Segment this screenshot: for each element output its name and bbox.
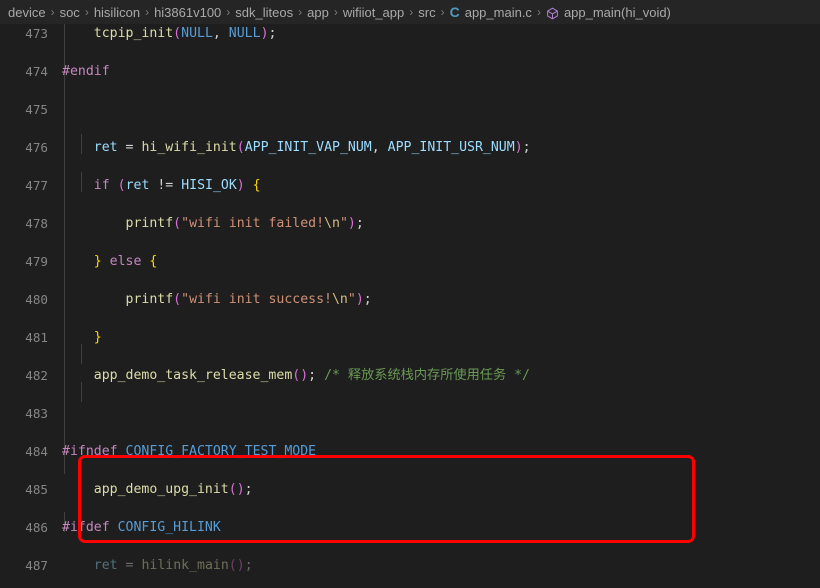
line-content[interactable]: #ifndef CONFIG_FACTORY_TEST_MODE [62,442,316,461]
breadcrumb-separator-icon: › [409,5,414,19]
code-line: 481 } [0,328,820,347]
breadcrumb-label: wifiiot_app [342,4,405,20]
code-editor[interactable]: 473 tcpip_init(NULL, NULL); 474 #endif 47… [0,24,820,588]
breadcrumb-item-app_main-symbol[interactable]: app_main(hi_void) [546,5,671,20]
line-number: 477 [25,178,48,193]
breadcrumb-separator-icon: › [145,5,150,19]
line-content[interactable]: tcpip_init(NULL, NULL); [62,24,277,43]
code-line: 487 ret = hilink_main(); [0,556,820,575]
line-number: 479 [25,254,48,269]
line-content[interactable]: app_demo_task_release_mem(); /* 释放系统栈内存所… [62,366,530,385]
breadcrumb-label: device [8,4,46,20]
breadcrumb-label: app [307,4,329,20]
line-number: 473 [25,26,48,41]
line-number: 487 [25,558,48,573]
breadcrumb-item-sdk_liteos[interactable]: sdk_liteos [235,5,293,20]
code-line: 479 } else { [0,252,820,271]
breadcrumb-label: app_main.c [464,4,532,20]
code-line: 480 printf("wifi init success!\n"); [0,290,820,309]
breadcrumb-item-wifiiot_app[interactable]: wifiiot_app [343,5,404,20]
code-line: 482 app_demo_task_release_mem(); /* 释放系统… [0,366,820,385]
code-line: 484 #ifndef CONFIG_FACTORY_TEST_MODE [0,442,820,461]
breadcrumb-item-hisilicon[interactable]: hisilicon [94,5,140,20]
breadcrumb-label: soc [59,4,80,20]
line-number: 474 [25,64,48,79]
line-content[interactable]: } else { [62,252,158,271]
code-line: 485 app_demo_upg_init(); [0,480,820,499]
code-line: 476 ret = hi_wifi_init(APP_INIT_VAP_NUM,… [0,138,820,157]
code-line: 478 printf("wifi init failed!\n"); [0,214,820,233]
line-content[interactable]: printf("wifi init failed!\n"); [62,214,364,233]
breadcrumb-separator-icon: › [333,5,338,19]
code-line: 483 [0,404,820,423]
breadcrumb-separator-icon: › [84,5,89,19]
breadcrumb[interactable]: device › soc › hisilicon › hi3861v100 › … [0,0,820,24]
breadcrumb-separator-icon: › [226,5,231,19]
line-content[interactable]: if (ret != HISI_OK) { [62,176,261,195]
line-content[interactable]: ret = hi_wifi_init(APP_INIT_VAP_NUM, APP… [62,138,531,157]
line-number: 476 [25,140,48,155]
breadcrumb-separator-icon: › [298,5,303,19]
breadcrumb-item-app[interactable]: app [307,5,329,20]
line-number: 483 [25,406,48,421]
breadcrumb-label: hisilicon [93,4,141,20]
breadcrumb-separator-icon: › [50,5,55,19]
line-number: 484 [25,444,48,459]
line-content[interactable]: #ifdef CONFIG_HILINK [62,518,221,537]
c-file-icon: C [449,4,460,20]
breadcrumb-item-soc[interactable]: soc [60,5,80,20]
breadcrumb-label: src [418,4,436,20]
line-content-inactive[interactable]: ret = hilink_main(); [62,556,253,575]
code-line: 477 if (ret != HISI_OK) { [0,176,820,195]
line-number: 481 [25,330,48,345]
breadcrumb-label: hi3861v100 [154,4,222,20]
line-number: 478 [25,216,48,231]
line-number: 475 [25,102,48,117]
code-line: 474 #endif [0,62,820,81]
breadcrumb-separator-icon: › [536,5,541,19]
line-number: 482 [25,368,48,383]
line-content[interactable]: } [62,328,102,347]
line-number: 480 [25,292,48,307]
line-content[interactable]: app_demo_upg_init(); [62,480,253,499]
code-lines[interactable]: 473 tcpip_init(NULL, NULL); 474 #endif 47… [0,24,820,575]
breadcrumb-item-device[interactable]: device [8,5,46,20]
code-line: 486 #ifdef CONFIG_HILINK [0,518,820,537]
symbol-method-icon [546,7,559,20]
breadcrumb-separator-icon: › [440,5,445,19]
line-number: 486 [25,520,48,535]
breadcrumb-item-app_main-c[interactable]: C app_main.c [450,5,532,20]
line-content[interactable]: printf("wifi init success!\n"); [62,290,372,309]
breadcrumb-item-hi3861v100[interactable]: hi3861v100 [154,5,221,20]
code-line: 475 [0,100,820,119]
line-content[interactable]: #endif [62,62,110,81]
breadcrumb-label: app_main(hi_void) [563,4,671,20]
breadcrumb-label: sdk_liteos [235,4,294,20]
code-line: 473 tcpip_init(NULL, NULL); [0,24,820,43]
breadcrumb-item-src[interactable]: src [418,5,435,20]
line-number: 485 [25,482,48,497]
